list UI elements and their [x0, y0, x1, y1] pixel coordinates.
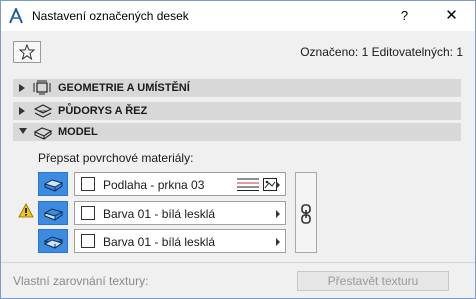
- model-icon: [33, 124, 53, 143]
- texture-map-icon: [263, 178, 277, 194]
- material-name: Podlaha - prkna 03: [103, 178, 205, 192]
- dialog-window: Nastavení označených desek ? ✕ Označeno:…: [0, 0, 476, 299]
- override-surface-materials-label: Přepsat povrchové materiály:: [38, 151, 194, 165]
- dropdown-arrow-icon: [276, 210, 280, 218]
- material-name: Barva 01 - bílá lesklá: [103, 207, 216, 221]
- floorplan-icon: [33, 103, 53, 122]
- section-geometry-placement[interactable]: GEOMETRIE A UMÍSTĚNÍ: [13, 79, 461, 97]
- material-selector-top[interactable]: Podlaha - prkna 03: [74, 172, 286, 196]
- dropdown-arrow-icon: [276, 238, 280, 246]
- window-title: Nastavení označených desek: [32, 9, 189, 23]
- texture-alignment-label: Vlastní zarovnání textury:: [13, 274, 149, 288]
- rebuild-texture-button[interactable]: Přestavět texturu: [297, 271, 449, 291]
- title-bar: Nastavení označených desek ? ✕: [1, 1, 475, 31]
- side-surface-button[interactable]: [38, 201, 68, 225]
- favorites-button[interactable]: [13, 41, 41, 63]
- material-selector-side[interactable]: Barva 01 - bílá lesklá: [74, 201, 286, 225]
- collapse-triangle-icon: [19, 128, 27, 134]
- section-label: MODEL: [58, 126, 98, 138]
- footer-divider: [1, 262, 475, 263]
- marked-editable-count: Označeno: 1 Editovatelných: 1: [300, 45, 463, 59]
- section-floorplan-section[interactable]: PŮDORYS A ŘEZ: [13, 102, 461, 120]
- close-button[interactable]: ✕: [429, 1, 474, 31]
- link-materials-toggle[interactable]: [295, 172, 317, 253]
- dropdown-arrow-icon: [276, 181, 280, 189]
- material-swatch: [81, 177, 95, 191]
- archicad-app-icon: [9, 6, 23, 24]
- top-surface-button[interactable]: [38, 172, 68, 196]
- help-button[interactable]: ?: [382, 1, 427, 31]
- section-model[interactable]: MODEL: [13, 123, 461, 141]
- expand-triangle-icon: [19, 84, 25, 92]
- material-swatch: [81, 206, 95, 220]
- geometry-icon: [33, 80, 53, 99]
- warning-icon: [18, 203, 34, 221]
- material-selector-bottom[interactable]: Barva 01 - bílá lesklá: [74, 229, 286, 253]
- material-name: Barva 01 - bílá lesklá: [103, 235, 216, 249]
- bottom-surface-button[interactable]: [38, 229, 68, 253]
- expand-triangle-icon: [19, 107, 25, 115]
- section-label: PŮDORYS A ŘEZ: [58, 105, 148, 117]
- hatch-lines-icon: [237, 178, 259, 194]
- section-label: GEOMETRIE A UMÍSTĚNÍ: [58, 82, 190, 94]
- material-swatch: [81, 234, 95, 248]
